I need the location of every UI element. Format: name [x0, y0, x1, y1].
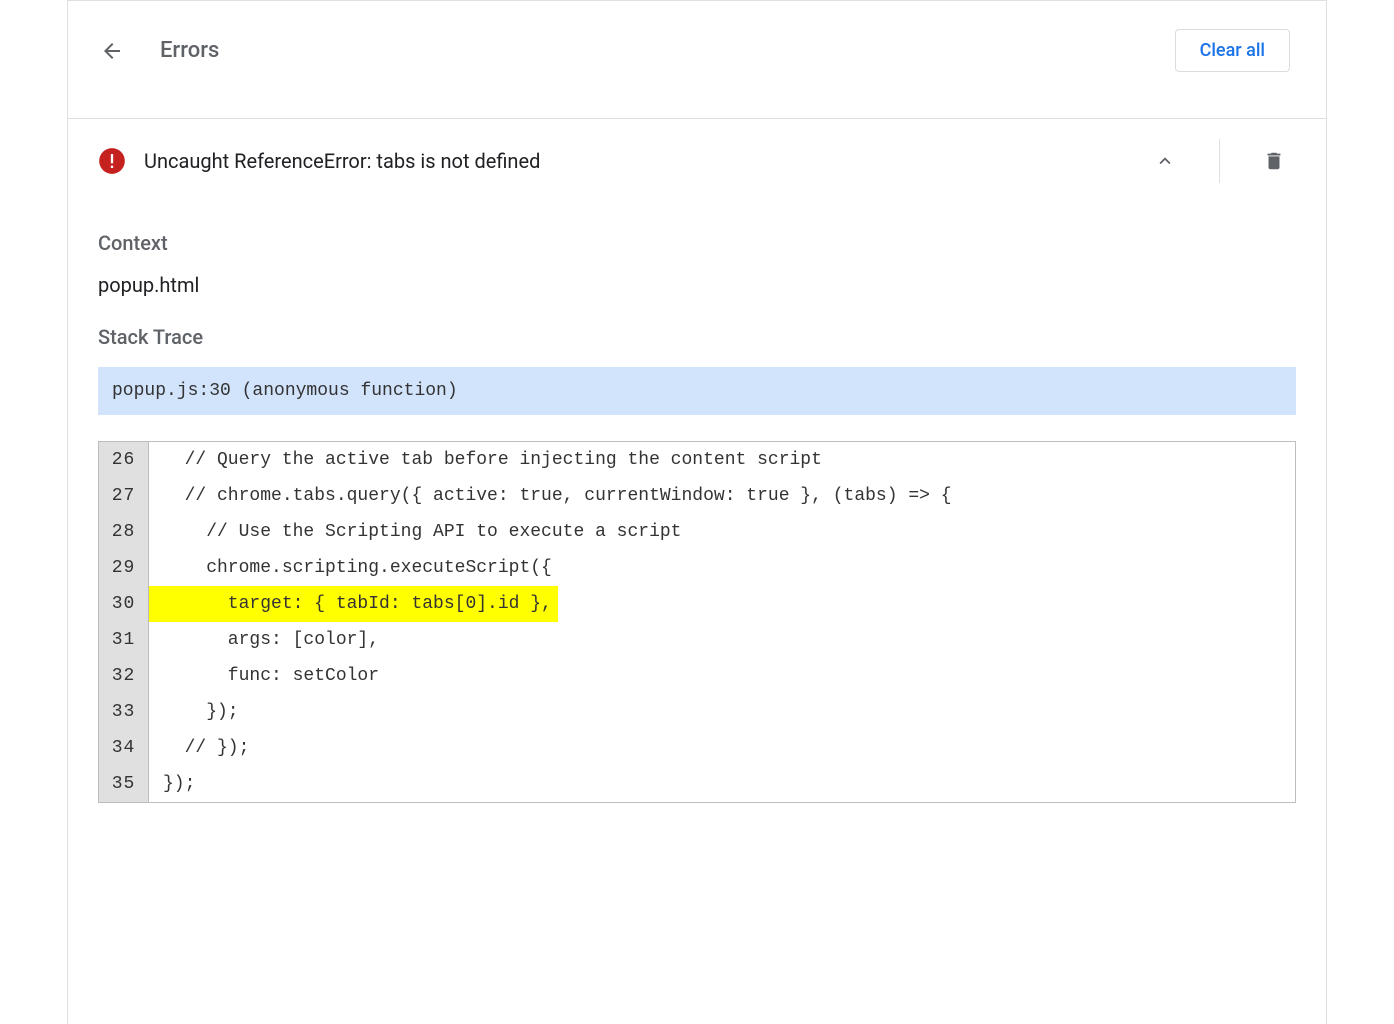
- code-line: 31 args: [color],: [99, 622, 1295, 658]
- error-icon: [98, 147, 126, 175]
- line-number: 35: [99, 766, 149, 802]
- code-snippet: 26 // Query the active tab before inject…: [98, 441, 1296, 803]
- context-label: Context: [98, 231, 1296, 255]
- code-line: 28 // Use the Scripting API to execute a…: [99, 514, 1295, 550]
- code-line: 26 // Query the active tab before inject…: [99, 442, 1295, 478]
- chevron-up-icon: [1154, 150, 1176, 172]
- line-code: });: [149, 766, 1295, 802]
- line-number: 30: [99, 586, 149, 622]
- back-button[interactable]: [92, 31, 132, 71]
- line-code: target: { tabId: tabs[0].id },: [149, 586, 558, 622]
- line-number: 34: [99, 730, 149, 766]
- line-code: chrome.scripting.executeScript({: [149, 550, 1295, 586]
- error-row: Uncaught ReferenceError: tabs is not def…: [68, 119, 1326, 203]
- code-line: 34 // });: [99, 730, 1295, 766]
- clear-all-button[interactable]: Clear all: [1175, 29, 1290, 72]
- line-number: 27: [99, 478, 149, 514]
- code-line: 32 func: setColor: [99, 658, 1295, 694]
- action-divider: [1219, 139, 1220, 183]
- code-line: 33 });: [99, 694, 1295, 730]
- header: Errors Clear all: [68, 1, 1326, 100]
- line-code: func: setColor: [149, 658, 1295, 694]
- error-message: Uncaught ReferenceError: tabs is not def…: [144, 149, 1125, 173]
- delete-button[interactable]: [1252, 139, 1296, 183]
- code-line: 27 // chrome.tabs.query({ active: true, …: [99, 478, 1295, 514]
- line-code: // Use the Scripting API to execute a sc…: [149, 514, 1295, 550]
- header-left: Errors: [92, 31, 219, 71]
- line-number: 33: [99, 694, 149, 730]
- line-number: 28: [99, 514, 149, 550]
- line-number: 26: [99, 442, 149, 478]
- line-number: 32: [99, 658, 149, 694]
- arrow-left-icon: [100, 39, 124, 63]
- page-title: Errors: [160, 38, 219, 63]
- code-line: 35});: [99, 766, 1295, 802]
- line-code: });: [149, 694, 1295, 730]
- line-code: // });: [149, 730, 1295, 766]
- line-code: args: [color],: [149, 622, 1295, 658]
- stack-trace-label: Stack Trace: [98, 325, 1296, 349]
- error-detail: Context popup.html Stack Trace popup.js:…: [68, 231, 1326, 833]
- line-code: // Query the active tab before injecting…: [149, 442, 1295, 478]
- errors-panel: Errors Clear all Uncaught ReferenceError…: [67, 0, 1327, 1024]
- collapse-button[interactable]: [1143, 139, 1187, 183]
- line-number: 31: [99, 622, 149, 658]
- line-code: // chrome.tabs.query({ active: true, cur…: [149, 478, 1295, 514]
- code-line: 29 chrome.scripting.executeScript({: [99, 550, 1295, 586]
- context-value: popup.html: [98, 273, 1296, 297]
- code-line: 30 target: { tabId: tabs[0].id },: [99, 586, 1295, 622]
- trash-icon: [1263, 150, 1285, 172]
- line-number: 29: [99, 550, 149, 586]
- stack-frame[interactable]: popup.js:30 (anonymous function): [98, 367, 1296, 415]
